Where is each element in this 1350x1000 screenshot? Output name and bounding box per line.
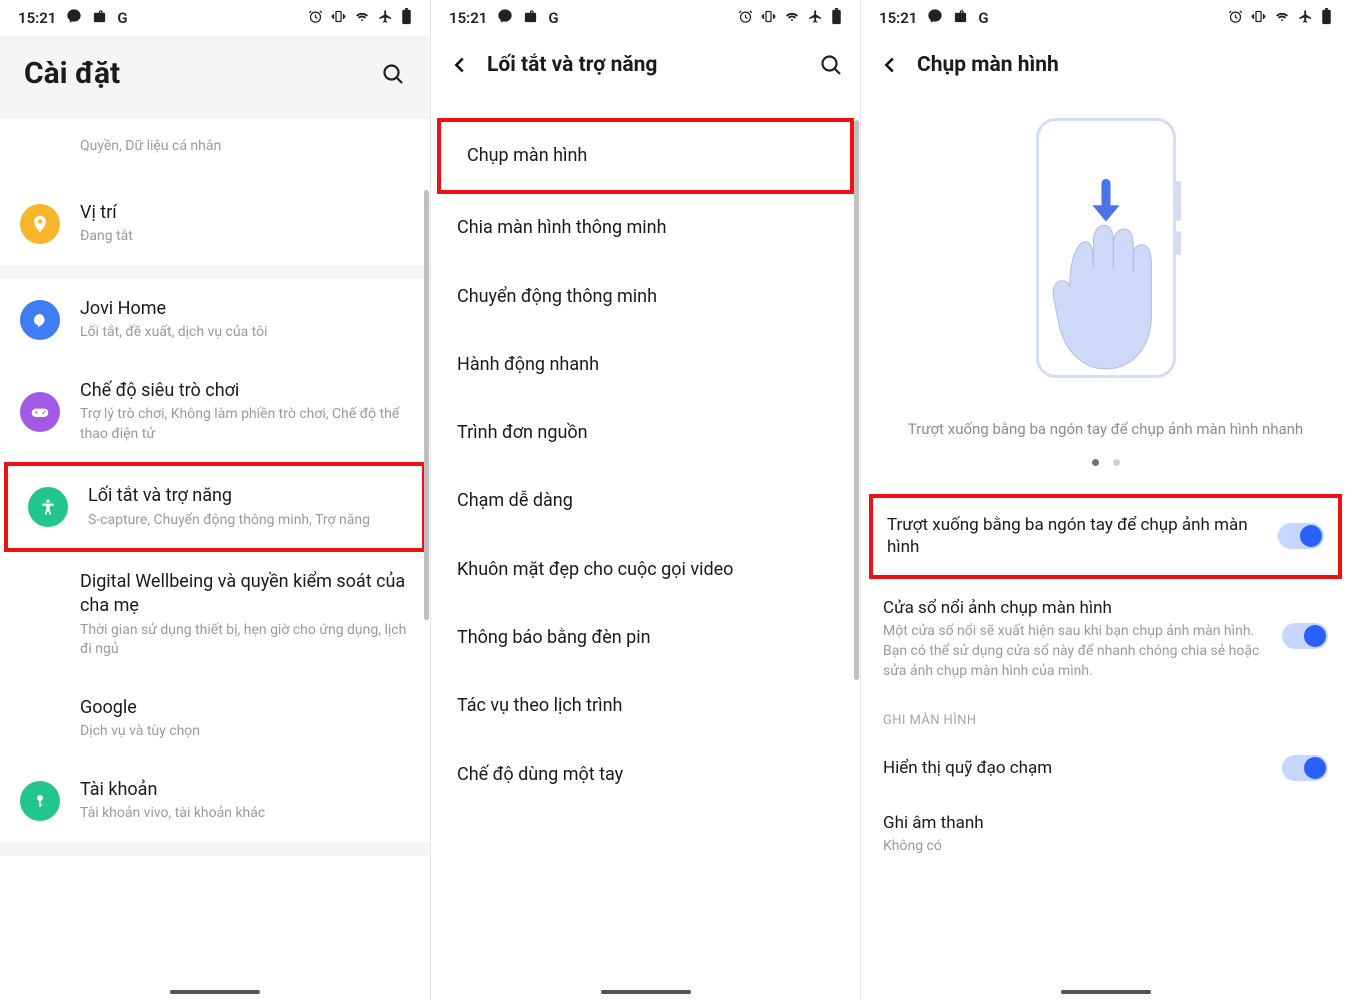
scrollbar[interactable] xyxy=(424,190,429,620)
messenger-icon xyxy=(927,8,943,28)
pane3-header: Chụp màn hình xyxy=(861,36,1350,94)
settings-item-account[interactable]: Tài khoản Tài khoản vivo, tài khoản khác xyxy=(0,760,430,842)
vibrate-icon xyxy=(761,9,776,28)
dot-active xyxy=(1092,459,1099,466)
accessibility-icon xyxy=(28,487,68,527)
page-title: Chụp màn hình xyxy=(917,53,1334,77)
alarm-icon xyxy=(308,9,323,28)
toggle-three-finger[interactable]: Trượt xuống bằng ba ngón tay để chụp ảnh… xyxy=(869,494,1342,580)
toggle-switch[interactable] xyxy=(1282,755,1328,781)
wifi-icon xyxy=(1274,8,1290,28)
divider xyxy=(0,842,430,856)
airplane-icon xyxy=(808,9,823,28)
battery-icon xyxy=(1321,8,1332,29)
shortcut-item[interactable]: Chuyển động thông minh xyxy=(431,263,860,331)
shortcut-item[interactable]: Tác vụ theo lịch trình xyxy=(431,672,860,740)
messenger-icon xyxy=(66,8,82,28)
toggle-touch-track[interactable]: Hiển thị quỹ đạo chạm xyxy=(861,736,1350,800)
shortcut-item[interactable]: Chế độ dùng một tay xyxy=(431,741,860,809)
page-indicator[interactable] xyxy=(881,459,1330,466)
status-time: 15:21 xyxy=(879,9,917,27)
shortcut-item[interactable]: Hành động nhanh xyxy=(431,331,860,399)
screenshot-pane: 15:21 G Chụp màn hình xyxy=(860,0,1350,1000)
search-icon[interactable] xyxy=(380,61,406,87)
vibrate-icon xyxy=(331,9,346,28)
settings-item-jovi[interactable]: Jovi Home Lối tắt, đề xuất, dịch vụ của … xyxy=(0,279,430,361)
wifi-icon xyxy=(354,8,370,28)
g-icon: G xyxy=(978,9,988,27)
alarm-icon xyxy=(1228,9,1243,28)
g-icon: G xyxy=(117,9,127,27)
status-time: 15:21 xyxy=(449,9,487,27)
pane1-header: Cài đặt xyxy=(0,36,430,119)
messenger-icon xyxy=(497,8,513,28)
shortcut-item[interactable]: Khuôn mặt đẹp cho cuộc gọi video xyxy=(431,536,860,604)
key-icon xyxy=(20,781,60,821)
airplane-icon xyxy=(378,9,393,28)
nav-handle[interactable] xyxy=(601,990,691,994)
setting-record-audio[interactable]: Ghi âm thanh Không có xyxy=(861,800,1350,869)
section-header: GHI MÀN HÌNH xyxy=(861,695,1350,736)
battery-icon xyxy=(401,8,412,29)
shortcut-item[interactable]: Trình đơn nguồn xyxy=(431,399,860,467)
status-bar: 15:21 G xyxy=(431,0,860,36)
settings-item-location[interactable]: Vị trí Đang tắt xyxy=(0,183,430,265)
airplane-icon xyxy=(1298,9,1313,28)
hand-icon xyxy=(1011,178,1201,378)
back-icon[interactable] xyxy=(877,52,903,78)
pane2-header: Lối tắt và trợ năng xyxy=(431,36,860,94)
status-bar: 15:21 G xyxy=(0,0,430,36)
cutoff-item[interactable]: Quyền, Dữ liệu cá nhân xyxy=(0,119,430,183)
wifi-icon xyxy=(784,8,800,28)
toggle-switch[interactable] xyxy=(1282,623,1328,649)
divider xyxy=(0,265,430,279)
game-icon xyxy=(20,392,60,432)
location-icon xyxy=(20,204,60,244)
scrollbar[interactable] xyxy=(854,120,859,680)
alarm-icon xyxy=(738,9,753,28)
settings-item-shortcuts[interactable]: Lối tắt và trợ năng S-capture, Chuyển độ… xyxy=(4,462,426,552)
shortcut-item-screenshot[interactable]: Chụp màn hình xyxy=(437,118,854,194)
bag-icon xyxy=(92,9,107,28)
nav-handle[interactable] xyxy=(1061,990,1151,994)
shortcut-item[interactable]: Chia màn hình thông minh xyxy=(431,194,860,262)
jovi-icon xyxy=(20,300,60,340)
shortcuts-pane: 15:21 G Lối tắt và trợ năng Chụp màn hìn… xyxy=(430,0,860,1000)
illustration-caption: Trượt xuống bằng ba ngón tay để chụp ảnh… xyxy=(881,418,1330,441)
shortcut-item[interactable]: Thông báo bằng đèn pin xyxy=(431,604,860,672)
dot xyxy=(1113,459,1120,466)
bag-icon xyxy=(953,9,968,28)
gesture-illustration: Trượt xuống bằng ba ngón tay để chụp ảnh… xyxy=(861,94,1350,490)
search-icon[interactable] xyxy=(818,52,844,78)
settings-pane: 15:21 G Cài đặt Quyền, Dữ liệu cá nhân xyxy=(0,0,430,1000)
toggle-switch[interactable] xyxy=(1278,523,1324,549)
settings-item-wellbeing[interactable]: Digital Wellbeing và quyền kiểm soát của… xyxy=(0,552,430,678)
shortcut-item[interactable]: Chạm dễ dàng xyxy=(431,467,860,535)
bag-icon xyxy=(523,9,538,28)
status-bar: 15:21 G xyxy=(861,0,1350,36)
vibrate-icon xyxy=(1251,9,1266,28)
toggle-floating-window[interactable]: Cửa sổ nổi ảnh chụp màn hình Một cửa sổ … xyxy=(861,583,1350,695)
back-icon[interactable] xyxy=(447,52,473,78)
settings-item-game[interactable]: Chế độ siêu trò chơi Trợ lý trò chơi, Kh… xyxy=(0,361,430,462)
page-title: Lối tắt và trợ năng xyxy=(487,53,804,77)
g-icon: G xyxy=(548,9,558,27)
battery-icon xyxy=(831,8,842,29)
nav-handle[interactable] xyxy=(170,990,260,994)
settings-item-google[interactable]: Google Dịch vụ và tùy chọn xyxy=(0,678,430,760)
status-time: 15:21 xyxy=(18,9,56,27)
page-title: Cài đặt xyxy=(24,56,120,91)
